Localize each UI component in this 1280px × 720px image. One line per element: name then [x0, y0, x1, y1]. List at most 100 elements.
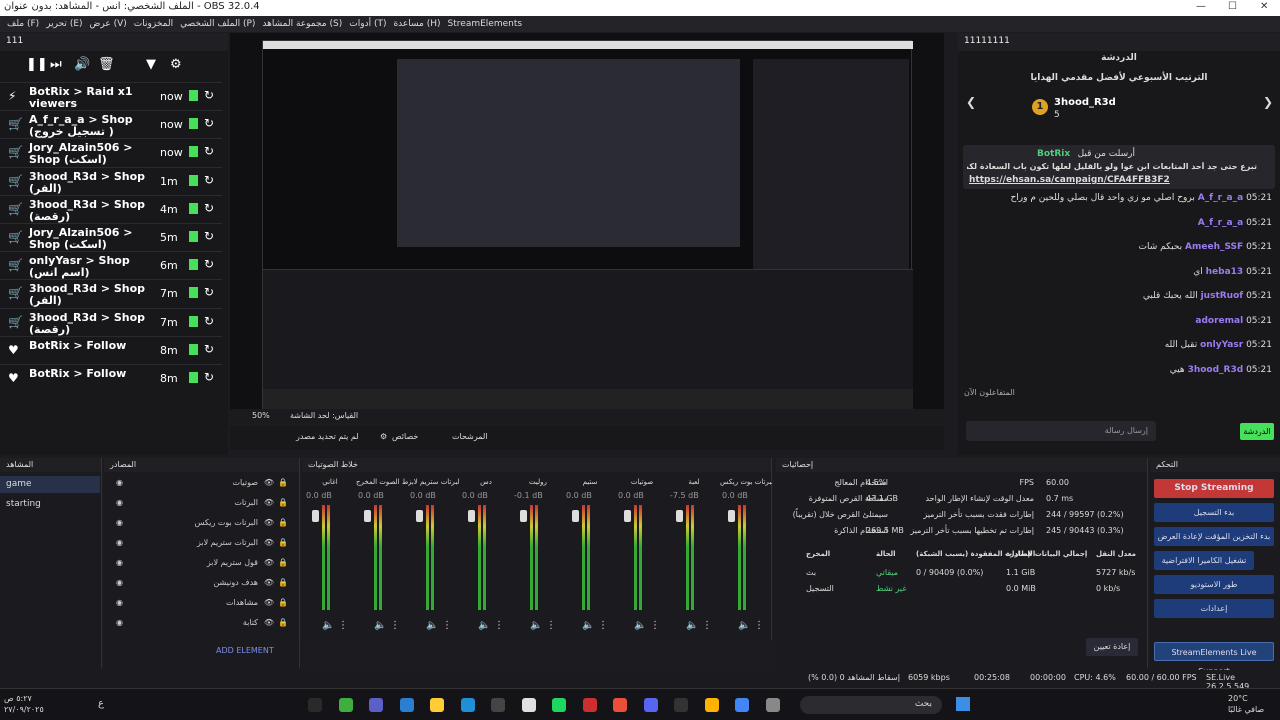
kebab-icon[interactable]: ⋮ [338, 620, 348, 631]
discord-icon[interactable] [643, 698, 658, 712]
chat-username[interactable]: justRuof [1201, 291, 1244, 301]
virtual-camera-button[interactable]: تشغيل الكاميرا الافتراضية [1154, 551, 1254, 570]
source-item[interactable]: ◉ قول ستريم لابز 👁 🔒 [112, 558, 292, 576]
activity-item[interactable]: 🛒 3hood_R3d > Shop (رقصة) 4m ↻ [0, 194, 222, 222]
chat-username[interactable]: onlyYasr [1200, 340, 1243, 350]
steam-icon[interactable] [521, 698, 536, 712]
app-icon[interactable] [765, 698, 780, 712]
refresh-icon[interactable]: ↻ [204, 173, 214, 187]
add-element-button[interactable]: ADD ELEMENT [216, 646, 274, 655]
eye-icon[interactable]: 👁 [264, 558, 274, 567]
windows-start-icon[interactable] [956, 697, 970, 711]
menu-item[interactable]: تحرير (E) [46, 16, 82, 32]
menu-item[interactable]: الملف الشخصي (P) [180, 16, 255, 32]
vscode-icon[interactable] [399, 698, 414, 712]
close-button[interactable]: ✕ [1260, 1, 1268, 12]
chevron-left-icon[interactable]: ❮ [966, 95, 976, 109]
activity-item[interactable]: 🛒 Jory_Alzain506 > Shop (اسكت) 5m ↻ [0, 223, 222, 251]
refresh-icon[interactable]: ↻ [204, 201, 214, 215]
activity-item[interactable]: ♥ BotRix > Follow 8m ↻ [0, 364, 222, 390]
eye-icon[interactable]: 👁 [264, 518, 274, 527]
refresh-icon[interactable]: ↻ [204, 229, 214, 243]
activity-item[interactable]: 🛒 3hood_R3d > Shop (الفر) 1m ↻ [0, 166, 222, 194]
refresh-icon[interactable]: ↻ [204, 314, 214, 328]
activity-item[interactable]: 🛒 onlyYasr > Shop (اسم انس) 6m ↻ [0, 251, 222, 279]
pinned-link[interactable]: https://ehsan.sa/campaign/CFA4FFB3F2 [969, 175, 1170, 185]
replay-alert-icon[interactable] [189, 259, 198, 271]
language-indicator[interactable]: ع [98, 698, 104, 709]
taskbar-search[interactable]: بحث [800, 696, 942, 714]
speaker-icon[interactable]: 🔈 [374, 620, 386, 631]
speaker-icon[interactable]: 🔈 [322, 620, 334, 631]
eye-icon[interactable]: 👁 [264, 618, 274, 627]
replay-alert-icon[interactable] [189, 372, 198, 383]
kebab-icon[interactable]: ⋮ [598, 620, 608, 631]
source-item[interactable]: ◉ هدف دونيشن 👁 🔒 [112, 578, 292, 596]
chat-username[interactable]: A_f_r_a_a [1198, 193, 1243, 203]
refresh-icon[interactable]: ↻ [204, 88, 214, 102]
source-item[interactable]: ◉ البرتات 👁 🔒 [112, 498, 292, 516]
replay-alert-icon[interactable] [189, 118, 198, 130]
volume-fader[interactable] [520, 510, 527, 522]
mute-icon[interactable]: 🔊 [74, 57, 90, 72]
menu-item[interactable]: المخزونات [134, 16, 173, 32]
replay-alert-icon[interactable] [189, 231, 198, 242]
activity-item[interactable]: 🛒 A_f_r_a_a > Shop (تسجيل خروج ) now ↻ [0, 110, 222, 138]
acrobat-icon[interactable] [613, 698, 627, 712]
refresh-icon[interactable]: ↻ [204, 370, 214, 384]
volume-fader[interactable] [624, 510, 631, 522]
explorer-icon[interactable] [430, 698, 444, 712]
se-support-button[interactable]: StreamElements Live Support [1154, 642, 1274, 676]
volume-fader[interactable] [572, 510, 579, 522]
eye-icon[interactable]: 👁 [264, 498, 274, 507]
spotify-icon[interactable] [552, 698, 566, 712]
replay-alert-icon[interactable] [189, 90, 198, 101]
replay-buffer-button[interactable]: بدء التخزين المؤقت لإعادة العرض [1154, 527, 1274, 546]
gear-icon[interactable]: ⚙ [380, 432, 387, 441]
volume-fader[interactable] [728, 510, 735, 522]
minimize-button[interactable]: — [1196, 1, 1206, 12]
menu-item[interactable]: مجموعة المشاهد (S) [262, 16, 342, 32]
edge-icon[interactable] [460, 698, 475, 712]
preview-area[interactable] [230, 33, 944, 411]
skip-icon[interactable]: ⏭ [50, 57, 62, 72]
source-item[interactable]: ◉ البرتات بوت ريكس 👁 🔒 [112, 518, 292, 536]
epic-icon[interactable] [674, 698, 688, 712]
lock-icon[interactable]: 🔒 [278, 558, 288, 567]
source-item[interactable]: ◉ كتابة 👁 🔒 [112, 618, 292, 636]
kebab-icon[interactable]: ⋮ [754, 620, 764, 631]
volume-fader[interactable] [312, 510, 319, 522]
trash-icon[interactable]: 🗑 [98, 57, 115, 72]
source-item[interactable]: ◉ البرتات ستريم لابز 👁 🔒 [112, 538, 292, 556]
lock-icon[interactable]: 🔒 [278, 598, 288, 607]
minecraft-icon[interactable] [338, 698, 353, 712]
start-recording-button[interactable]: بدء التسجيل [1154, 503, 1274, 522]
gear-icon[interactable]: ⚙ [170, 57, 182, 72]
kebab-icon[interactable]: ⋮ [494, 620, 504, 631]
activity-item[interactable]: ♥ BotRix > Follow 8m ↻ [0, 335, 222, 362]
speaker-icon[interactable]: 🔈 [686, 620, 698, 631]
volume-fader[interactable] [364, 510, 371, 522]
replay-alert-icon[interactable] [189, 174, 198, 186]
source-item[interactable]: ◉ مشاهدات 👁 🔒 [112, 598, 292, 616]
refresh-icon[interactable]: ↻ [204, 285, 214, 299]
lock-icon[interactable]: 🔒 [278, 518, 288, 527]
menu-item[interactable]: أدوات (T) [349, 16, 386, 32]
clock[interactable]: ٥:٢٧ ص ٢٧/٠٩/٢٠٢٥ [4, 693, 44, 715]
kebab-icon[interactable]: ⋮ [650, 620, 660, 631]
chrome-icon[interactable] [735, 698, 749, 712]
kebab-icon[interactable]: ⋮ [546, 620, 556, 631]
volume-fader[interactable] [416, 510, 423, 522]
properties-button[interactable]: خصائص [392, 432, 418, 441]
filters-button[interactable]: المرشحات [452, 432, 488, 441]
scene-item[interactable]: game [0, 476, 100, 493]
speaker-icon[interactable]: 🔈 [530, 620, 542, 631]
chat-send-button[interactable]: الدردشة [1240, 423, 1274, 440]
speaker-icon[interactable]: 🔈 [582, 620, 594, 631]
refresh-icon[interactable]: ↻ [204, 116, 214, 130]
lock-icon[interactable]: 🔒 [278, 538, 288, 547]
eye-icon[interactable]: 👁 [264, 598, 274, 607]
scene-item[interactable]: starting [0, 496, 100, 513]
chat-username[interactable]: A_f_r_a_a [1198, 218, 1243, 228]
chat-input[interactable]: إرسال رسالة [966, 421, 1156, 441]
